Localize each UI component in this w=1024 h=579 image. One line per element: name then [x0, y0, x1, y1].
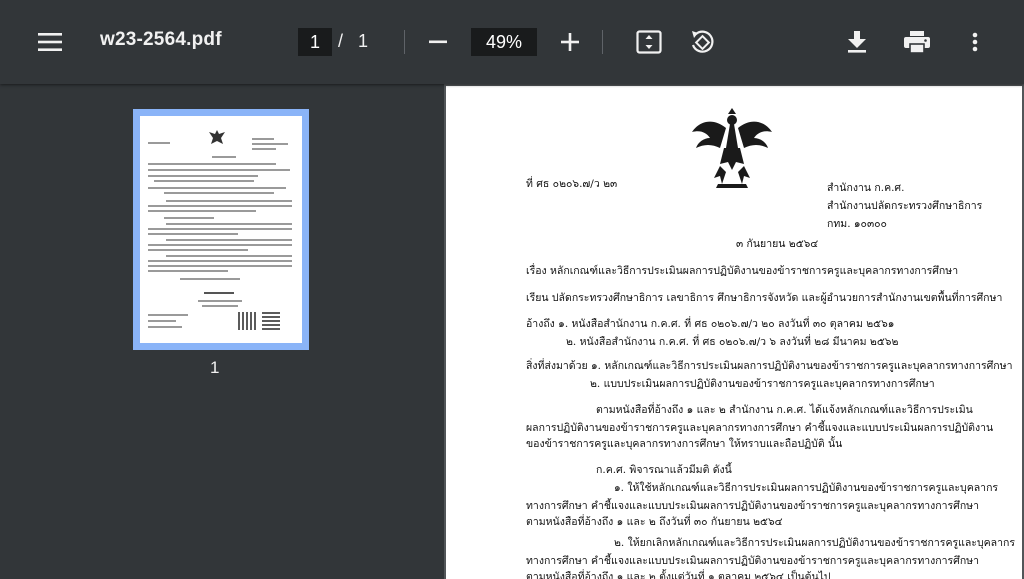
- body-paragraph-2-intro: ก.ค.ศ. พิจารณาแล้วมีมติ ดังนี้: [596, 464, 732, 476]
- total-pages: 1: [358, 31, 369, 51]
- body-item-1-line-2: ทางการศึกษา คำชี้แจงและแบบประเมินผลการปฏ…: [526, 500, 979, 512]
- letter-recipient: เรียน ปลัดกระทรวงศึกษาธิการ เลขาธิการ ศึ…: [526, 292, 1003, 304]
- download-icon: [848, 31, 866, 53]
- pdf-page: ที่ ศธ ๐๒๐๖.๗/ว ๒๓ สำนักงาน ก.ค.ศ. สำนัก…: [446, 86, 1022, 579]
- more-vert-icon: [972, 32, 978, 52]
- current-page-input[interactable]: 1: [298, 28, 332, 56]
- enclosure-item-1: สิ่งที่ส่งมาด้วย ๑. หลักเกณฑ์และวิธีการป…: [526, 360, 1013, 372]
- letter-date: ๓ กันยายน ๒๕๖๔: [736, 238, 819, 250]
- page-separator: /: [338, 31, 344, 51]
- print-button[interactable]: [900, 24, 934, 60]
- body-item-2-line-1: ๒. ให้ยกเลิกหลักเกณฑ์และวิธีการประเมินผล…: [614, 537, 1015, 549]
- agency-line-3: กทม. ๑๐๓๐๐: [827, 218, 887, 230]
- document-title: w23-2564.pdf: [100, 29, 222, 50]
- zoom-in-button[interactable]: [556, 24, 584, 60]
- thumbnail-page-number: 1: [210, 358, 220, 377]
- print-icon: [904, 31, 930, 53]
- qr-code-thumbnail: [238, 312, 256, 330]
- minus-icon: [429, 40, 447, 44]
- fit-to-page-icon: [636, 30, 662, 54]
- thumbnail-sidebar: 1: [0, 84, 444, 579]
- document-viewer[interactable]: ที่ ศธ ๐๒๐๖.๗/ว ๒๓ สำนักงาน ก.ค.ศ. สำนัก…: [444, 84, 1024, 579]
- body-paragraph-1-line-2: ผลการปฏิบัติงานของข้าราชการครูและบุคลากร…: [526, 422, 994, 434]
- reference-number: ที่ ศธ ๐๒๐๖.๗/ว ๒๓: [526, 178, 618, 190]
- agency-line-2: สำนักงานปลัดกระทรวงศึกษาธิการ: [827, 200, 983, 212]
- body-paragraph-1-line-3: ของข้าราชการครูและบุคลากรทางการศึกษา ให้…: [526, 438, 843, 450]
- body-item-2-line-3: ตามหนังสือที่อ้างถึง ๑ และ ๒ ตั้งแต่วันท…: [526, 571, 831, 579]
- agency-line-1: สำนักงาน ก.ค.ศ.: [827, 182, 905, 194]
- garuda-emblem-thumbnail: [209, 130, 225, 144]
- qr-code-thumbnail: [262, 312, 280, 330]
- page-thumbnail-1[interactable]: [133, 109, 309, 350]
- rotate-button[interactable]: [685, 24, 719, 60]
- download-button[interactable]: [842, 24, 872, 60]
- zoom-out-button[interactable]: [424, 24, 452, 60]
- garuda-emblem: [692, 108, 772, 188]
- reference-item-2: ๒. หนังสือสำนักงาน ก.ค.ศ. ที่ ศธ ๐๒๐๖.๗/…: [566, 336, 899, 348]
- plus-icon: [561, 33, 579, 51]
- body-item-1-line-1: ๑. ให้ใช้หลักเกณฑ์และวิธีการประเมินผลการ…: [614, 482, 999, 494]
- zoom-level-input[interactable]: 49%: [471, 28, 537, 56]
- toolbar-divider: [404, 30, 405, 54]
- toolbar-divider: [602, 30, 603, 54]
- body-item-1-line-3: ตามหนังสือที่อ้างถึง ๑ และ ๒ ถึงวันที่ ๓…: [526, 516, 783, 528]
- body-paragraph-1-line-1: ตามหนังสือที่อ้างถึง ๑ และ ๒ สำนักงาน ก.…: [596, 404, 973, 416]
- body-item-2-line-2: ทางการศึกษา คำชี้แจงและแบบประเมินผลการปฏ…: [526, 555, 979, 567]
- pdf-toolbar: w23-2564.pdf 1 / 1 49%: [0, 0, 1024, 84]
- fit-to-page-button[interactable]: [632, 26, 666, 58]
- rotate-icon: [691, 30, 714, 53]
- letter-subject: เรื่อง หลักเกณฑ์และวิธีการประเมินผลการปฏ…: [526, 265, 959, 277]
- thumbnail-page-preview: [140, 116, 302, 343]
- enclosure-item-2: ๒. แบบประเมินผลการปฏิบัติงานของข้าราชการ…: [590, 378, 935, 390]
- more-options-button[interactable]: [962, 24, 988, 60]
- reference-item-1: อ้างถึง ๑. หนังสือสำนักงาน ก.ค.ศ. ที่ ศธ…: [526, 318, 895, 330]
- hamburger-menu-icon[interactable]: [30, 24, 70, 60]
